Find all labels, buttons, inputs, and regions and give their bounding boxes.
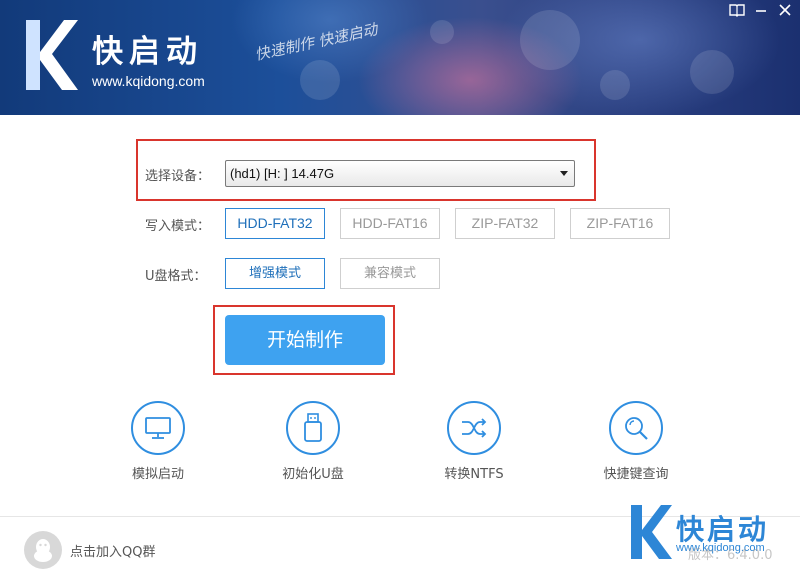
start-button[interactable]: 开始制作: [225, 315, 385, 365]
tool-label: 模拟启动: [131, 467, 184, 482]
tool-label: 快捷键查询: [603, 467, 669, 482]
write-mode-hdd-fat16[interactable]: HDD-FAT16: [340, 208, 440, 239]
footer-logo-k-icon: [631, 505, 672, 559]
shuffle-icon: [462, 418, 487, 438]
brand-url: www.kqidong.com: [92, 73, 205, 89]
device-label: 选择设备：: [145, 169, 211, 184]
monitor-icon: [145, 417, 171, 439]
device-select-value: (hd1) [H: ] 14.47G: [230, 166, 335, 181]
tool-label: 转换NTFS: [444, 467, 504, 482]
write-mode-label: 写入模式：: [145, 219, 211, 234]
search-icon: [625, 417, 648, 440]
chevron-down-icon: [560, 171, 568, 176]
qq-group-link[interactable]: 点击加入QQ群: [24, 531, 155, 569]
usb-format-label: U盘格式：: [145, 269, 207, 284]
tool-label: 初始化U盘: [282, 467, 344, 482]
usb-format-compatible[interactable]: 兼容模式: [340, 258, 440, 289]
usb-drive-icon: [304, 413, 322, 442]
tool-simulate-boot[interactable]: 模拟启动: [98, 401, 218, 482]
write-mode-zip-fat32[interactable]: ZIP-FAT32: [455, 208, 555, 239]
brand-title: 快启动: [92, 34, 203, 70]
device-select[interactable]: (hd1) [H: ] 14.47G: [225, 160, 575, 187]
version-text: 版本：6.4.0.0: [688, 548, 773, 563]
write-mode-zip-fat16[interactable]: ZIP-FAT16: [570, 208, 670, 239]
book-icon[interactable]: [727, 3, 747, 21]
usb-format-enhanced[interactable]: 增强模式: [225, 258, 325, 289]
tool-init-usb[interactable]: 初始化U盘: [253, 401, 373, 482]
close-icon[interactable]: [775, 3, 795, 21]
qq-penguin-icon: [24, 531, 62, 569]
logo-k-icon: [26, 20, 78, 90]
header-banner: 快启动 www.kqidong.com 快速制作 快速启动: [0, 0, 800, 115]
tool-convert-ntfs[interactable]: 转换NTFS: [414, 401, 534, 482]
tool-hotkey-query[interactable]: 快捷键查询: [576, 401, 696, 482]
write-mode-hdd-fat32[interactable]: HDD-FAT32: [225, 208, 325, 239]
qq-group-text: 点击加入QQ群: [70, 544, 156, 560]
minimize-icon[interactable]: [751, 3, 771, 21]
slogan: 快速制作 快速启动: [253, 20, 380, 64]
